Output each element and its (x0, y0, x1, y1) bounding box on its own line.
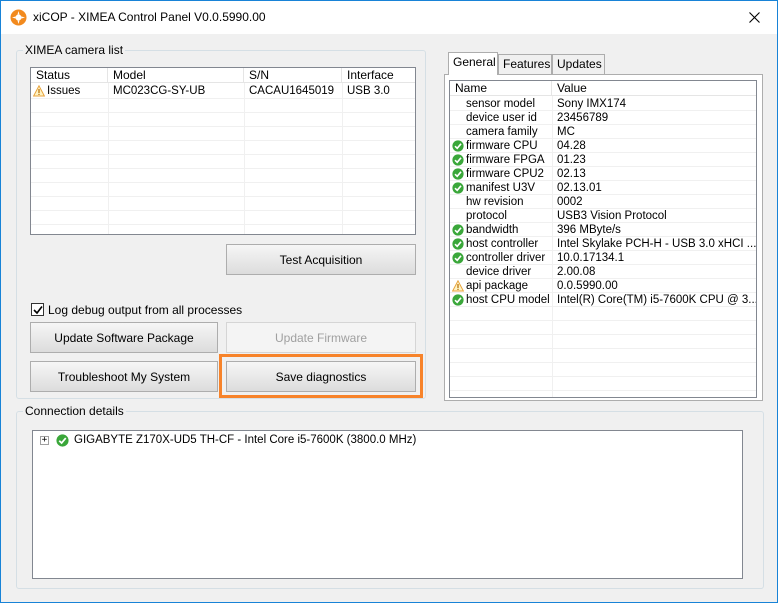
main-window: xiCOP - XIMEA Control Panel V0.0.5990.00… (0, 0, 778, 603)
interface-cell: USB 3.0 (347, 85, 390, 97)
property-row[interactable]: sensor model Sony IMX174 (450, 97, 756, 111)
tab-general[interactable]: General (448, 52, 498, 75)
model-cell: MC023CG-SY-UB (113, 85, 206, 97)
properties-table[interactable]: Name Value sensor model Sony IMX174 device… (449, 80, 757, 398)
property-row[interactable]: host controller Intel Skylake PCH-H - USB… (450, 237, 756, 251)
properties-header: Name Value (450, 81, 756, 96)
property-row[interactable]: camera family MC (450, 125, 756, 139)
log-debug-checkbox[interactable] (31, 303, 44, 316)
property-name: firmware CPU2 (466, 168, 544, 180)
camera-list-header: Status Model S/N Interface (31, 68, 415, 83)
checkmark-icon (32, 305, 43, 314)
property-value: USB3 Vision Protocol (557, 210, 667, 222)
property-name: hw revision (466, 196, 524, 208)
camera-list-group-label: XIMEA camera list (23, 43, 126, 57)
table-row[interactable]: Issues MC023CG-SY-UB CACAU1645019 USB 3.… (31, 84, 415, 98)
property-row[interactable]: firmware CPU2 02.13 (450, 167, 756, 181)
property-row[interactable]: firmware CPU 04.28 (450, 139, 756, 153)
property-value: MC (557, 126, 575, 138)
column-header-model[interactable]: Model (108, 68, 244, 83)
tab-updates[interactable]: Updates (552, 54, 605, 74)
test-acquisition-button[interactable]: Test Acquisition (226, 244, 416, 275)
property-name: host CPU model (466, 294, 550, 306)
property-name: sensor model (466, 98, 536, 110)
property-name: device user id (466, 112, 537, 124)
property-value: Intel Skylake PCH-H - USB 3.0 xHCI ... (557, 238, 756, 250)
property-value: 02.13.01 (557, 182, 602, 194)
column-header-sn[interactable]: S/N (244, 68, 342, 83)
property-row[interactable]: firmware FPGA 01.23 (450, 153, 756, 167)
status-cell: Issues (47, 85, 81, 97)
save-diagnostics-button[interactable]: Save diagnostics (226, 361, 416, 392)
tree-expand-icon[interactable]: + (40, 436, 49, 445)
tree-item-label[interactable]: GIGABYTE Z170X-UD5 TH-CF - Intel Core i5… (74, 434, 416, 446)
property-row[interactable]: controller driver 10.0.17134.1 (450, 251, 756, 265)
sn-cell: CACAU1645019 (249, 85, 335, 97)
property-row[interactable]: api package 0.0.5990.00 (450, 279, 756, 293)
column-header-name[interactable]: Name (450, 81, 552, 96)
property-name: firmware CPU (466, 140, 538, 152)
property-name: api package (466, 280, 529, 292)
property-name: bandwidth (466, 224, 519, 236)
property-value: 04.28 (557, 140, 586, 152)
ok-check-icon (56, 434, 69, 447)
property-name: host controller (466, 238, 539, 250)
title-bar: xiCOP - XIMEA Control Panel V0.0.5990.00 (1, 1, 777, 34)
connection-tree[interactable]: + GIGABYTE Z170X-UD5 TH-CF - Intel Core … (32, 430, 743, 579)
property-name: device driver (466, 266, 532, 278)
troubleshoot-button[interactable]: Troubleshoot My System (30, 361, 218, 392)
property-row[interactable]: manifest U3V 02.13.01 (450, 181, 756, 195)
property-value: Intel(R) Core(TM) i5-7600K CPU @ 3.... (557, 294, 756, 306)
property-row[interactable]: bandwidth 396 MByte/s (450, 223, 756, 237)
close-icon (748, 11, 760, 23)
camera-list-table[interactable]: Status Model S/N Interface Issues MC023C… (30, 67, 416, 235)
property-value: 10.0.17134.1 (557, 252, 625, 264)
property-row[interactable]: protocol USB3 Vision Protocol (450, 209, 756, 223)
property-value: 396 MByte/s (557, 224, 621, 236)
app-logo-icon (10, 9, 27, 26)
update-firmware-button[interactable]: Update Firmware (226, 322, 416, 353)
property-name: camera family (466, 126, 538, 138)
column-header-interface[interactable]: Interface (342, 68, 415, 83)
property-name: manifest U3V (466, 182, 536, 194)
property-value: 0002 (557, 196, 583, 208)
property-value: 23456789 (557, 112, 609, 124)
update-software-package-button[interactable]: Update Software Package (30, 322, 218, 353)
property-row[interactable]: hw revision 0002 (450, 195, 756, 209)
property-value: 2.00.08 (557, 266, 596, 278)
property-value: 0.0.5990.00 (557, 280, 618, 292)
property-value: 02.13 (557, 168, 586, 180)
property-value: 01.23 (557, 154, 586, 166)
property-row[interactable]: host CPU model Intel(R) Core(TM) i5-7600K… (450, 293, 756, 307)
tab-features[interactable]: Features (498, 54, 552, 74)
connection-details-label: Connection details (23, 404, 126, 418)
property-value: Sony IMX174 (557, 98, 627, 110)
property-row[interactable]: device user id 23456789 (450, 111, 756, 125)
close-button[interactable] (731, 1, 777, 33)
log-debug-label: Log debug output from all processes (48, 303, 243, 317)
column-header-status[interactable]: Status (31, 68, 108, 83)
property-row[interactable]: device driver 2.00.08 (450, 265, 756, 279)
property-name: protocol (466, 210, 507, 222)
window-title: xiCOP - XIMEA Control Panel V0.0.5990.00 (33, 10, 266, 24)
property-name: controller driver (466, 252, 546, 264)
property-name: firmware FPGA (466, 154, 545, 166)
column-header-value[interactable]: Value (552, 81, 756, 96)
